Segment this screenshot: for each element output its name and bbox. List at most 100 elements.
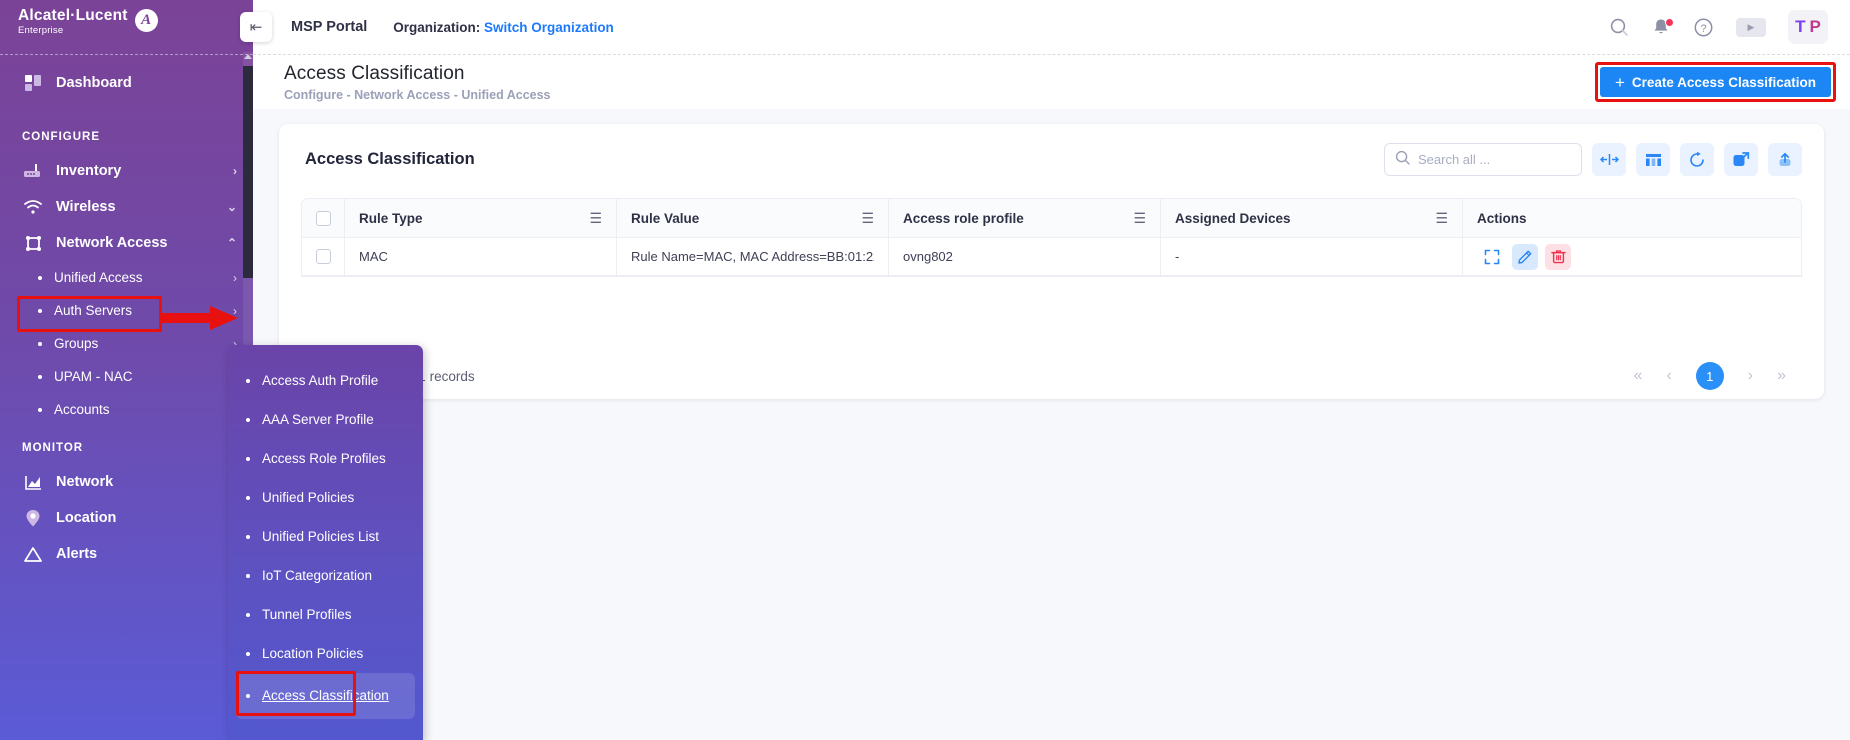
brand-logo[interactable]: Alcatel·Lucent Enterprise A: [0, 0, 253, 50]
unified-access-flyout-menu: Access Auth Profile AAA Server Profile A…: [228, 345, 423, 740]
sidebar-item-dashboard[interactable]: Dashboard: [0, 65, 253, 101]
notifications-bell-icon[interactable]: [1651, 17, 1671, 37]
create-access-classification-button[interactable]: + Create Access Classification: [1600, 67, 1831, 97]
column-menu-icon[interactable]: ☰: [1435, 211, 1448, 225]
pagination: « ‹ 1 › »: [1634, 362, 1786, 390]
sidebar-item-label: Location: [56, 510, 233, 526]
switch-organization-link[interactable]: Switch Organization: [484, 20, 614, 35]
network-access-icon: [22, 233, 44, 253]
chart-icon: [22, 472, 44, 492]
page-header-left: Access Classification Configure - Networ…: [253, 63, 551, 102]
flyout-item-iot-categorization[interactable]: IoT Categorization: [228, 556, 423, 595]
column-header-actions: Actions: [1462, 199, 1801, 237]
video-play-icon[interactable]: ▶: [1736, 18, 1766, 37]
avatar-initial-first: T: [1795, 17, 1805, 37]
column-menu-icon[interactable]: ☰: [861, 211, 874, 225]
expand-row-icon[interactable]: [1479, 244, 1505, 270]
flyout-item-aaa-server-profile[interactable]: AAA Server Profile: [228, 400, 423, 439]
sidebar-item-network-access[interactable]: Network Access ⌃: [0, 225, 253, 261]
sidebar-group-configure: CONFIGURE: [0, 115, 253, 153]
sidebar-subitem-label: Unified Access: [54, 270, 233, 285]
column-label: Rule Value: [631, 211, 699, 226]
export-icon[interactable]: [1768, 143, 1802, 176]
column-menu-icon[interactable]: ☰: [589, 211, 602, 225]
expand-icon[interactable]: [1724, 143, 1758, 176]
access-classification-card: Access Classification: [279, 124, 1824, 399]
column-label: Access role profile: [903, 211, 1024, 226]
pagination-first-button[interactable]: «: [1634, 368, 1643, 384]
chevron-down-icon: ⌄: [227, 201, 237, 213]
column-label: Rule Type: [359, 211, 423, 226]
search-box[interactable]: [1384, 143, 1582, 176]
flyout-item-access-role-profiles[interactable]: Access Role Profiles: [228, 439, 423, 478]
chevron-right-icon: ›: [233, 272, 237, 284]
flyout-item-unified-policies-list[interactable]: Unified Policies List: [228, 517, 423, 556]
flyout-item-access-auth-profile[interactable]: Access Auth Profile: [228, 361, 423, 400]
column-header-rule-value[interactable]: Rule Value ☰: [616, 199, 888, 237]
help-icon[interactable]: ?: [1693, 17, 1714, 38]
sidebar-scrollbar-thumb[interactable]: [243, 66, 253, 278]
refresh-icon[interactable]: [1680, 143, 1714, 176]
edit-row-icon[interactable]: [1512, 244, 1538, 270]
sidebar-item-wireless[interactable]: Wireless ⌄: [0, 189, 253, 225]
bullet-icon: [246, 535, 250, 539]
column-menu-icon[interactable]: ☰: [1133, 211, 1146, 225]
table-row[interactable]: MAC Rule Name=MAC, MAC Address=BB:01:22:…: [302, 238, 1801, 276]
pagination-prev-button[interactable]: ‹: [1666, 368, 1671, 384]
sidebar-subitem-label: Auth Servers: [54, 303, 233, 318]
resize-columns-icon[interactable]: [1592, 143, 1626, 176]
search-input[interactable]: [1418, 152, 1594, 167]
main-content: Access Classification: [253, 109, 1850, 740]
organization-label: Organization:: [393, 20, 480, 35]
flyout-item-label: Unified Policies List: [262, 529, 379, 544]
column-settings-icon[interactable]: [1636, 143, 1670, 176]
bullet-icon: [246, 694, 250, 698]
flyout-item-location-policies[interactable]: Location Policies: [228, 634, 423, 673]
search-icon[interactable]: [1609, 17, 1629, 37]
flyout-item-access-classification[interactable]: Access Classification: [236, 673, 415, 719]
avatar[interactable]: T P: [1788, 10, 1828, 44]
flyout-item-tunnel-profiles[interactable]: Tunnel Profiles: [228, 595, 423, 634]
pagination-next-button[interactable]: ›: [1748, 368, 1753, 384]
pagination-last-button[interactable]: »: [1777, 368, 1786, 384]
flyout-item-label: Access Role Profiles: [262, 451, 386, 466]
column-header-assigned-devices[interactable]: Assigned Devices ☰: [1160, 199, 1462, 237]
sidebar-item-label: Network Access: [56, 235, 227, 251]
sidebar-item-label: Dashboard: [56, 75, 237, 91]
cell-assigned-devices: -: [1160, 238, 1462, 275]
chevron-right-icon: ›: [233, 165, 237, 177]
sidebar-item-location[interactable]: Location ›: [0, 500, 253, 536]
pagination-page-1[interactable]: 1: [1696, 362, 1724, 390]
column-header-access-role-profile[interactable]: Access role profile ☰: [888, 199, 1160, 237]
flyout-item-label: Location Policies: [262, 646, 363, 661]
sidebar-item-auth-servers[interactable]: Auth Servers ›: [0, 294, 253, 327]
sidebar-item-network[interactable]: Network ⌄: [0, 464, 253, 500]
alert-triangle-icon: [22, 544, 44, 564]
sidebar-item-groups[interactable]: Groups ›: [0, 327, 253, 360]
delete-row-icon[interactable]: [1545, 244, 1571, 270]
sidebar-item-accounts[interactable]: Accounts ›: [0, 393, 253, 426]
row-select-cell: [302, 249, 344, 264]
bullet-icon: [246, 652, 250, 656]
collapse-sidebar-button[interactable]: ⇤: [240, 12, 272, 42]
sidebar-subitem-label: Groups: [54, 336, 233, 351]
brand-mark-icon: A: [135, 9, 158, 32]
flyout-item-label: Access Classification: [262, 688, 389, 705]
sidebar-item-unified-access[interactable]: Unified Access ›: [0, 261, 253, 294]
sidebar-item-inventory[interactable]: Inventory ›: [0, 153, 253, 189]
top-bar-right: ? ▶ T P: [1609, 10, 1850, 44]
select-all-checkbox[interactable]: [316, 211, 331, 226]
sidebar-item-upam-nac[interactable]: UPAM - NAC ›: [0, 360, 253, 393]
access-classification-table: Rule Type ☰ Rule Value ☰ Access role pro…: [301, 198, 1802, 277]
sidebar-item-alerts[interactable]: Alerts: [0, 536, 253, 572]
row-checkbox[interactable]: [316, 249, 331, 264]
sidebar-item-label: Alerts: [56, 546, 237, 562]
sidebar-nav: Dashboard CONFIGURE Inventory ›: [0, 55, 253, 572]
arrow-left-bar-icon: ⇤: [250, 18, 263, 36]
msp-portal-link[interactable]: MSP Portal: [291, 19, 367, 35]
column-header-rule-type[interactable]: Rule Type ☰: [344, 199, 616, 237]
bullet-icon: [246, 496, 250, 500]
avatar-initial-second: P: [1810, 17, 1821, 37]
flyout-item-unified-policies[interactable]: Unified Policies: [228, 478, 423, 517]
card-header: Access Classification: [279, 124, 1824, 176]
